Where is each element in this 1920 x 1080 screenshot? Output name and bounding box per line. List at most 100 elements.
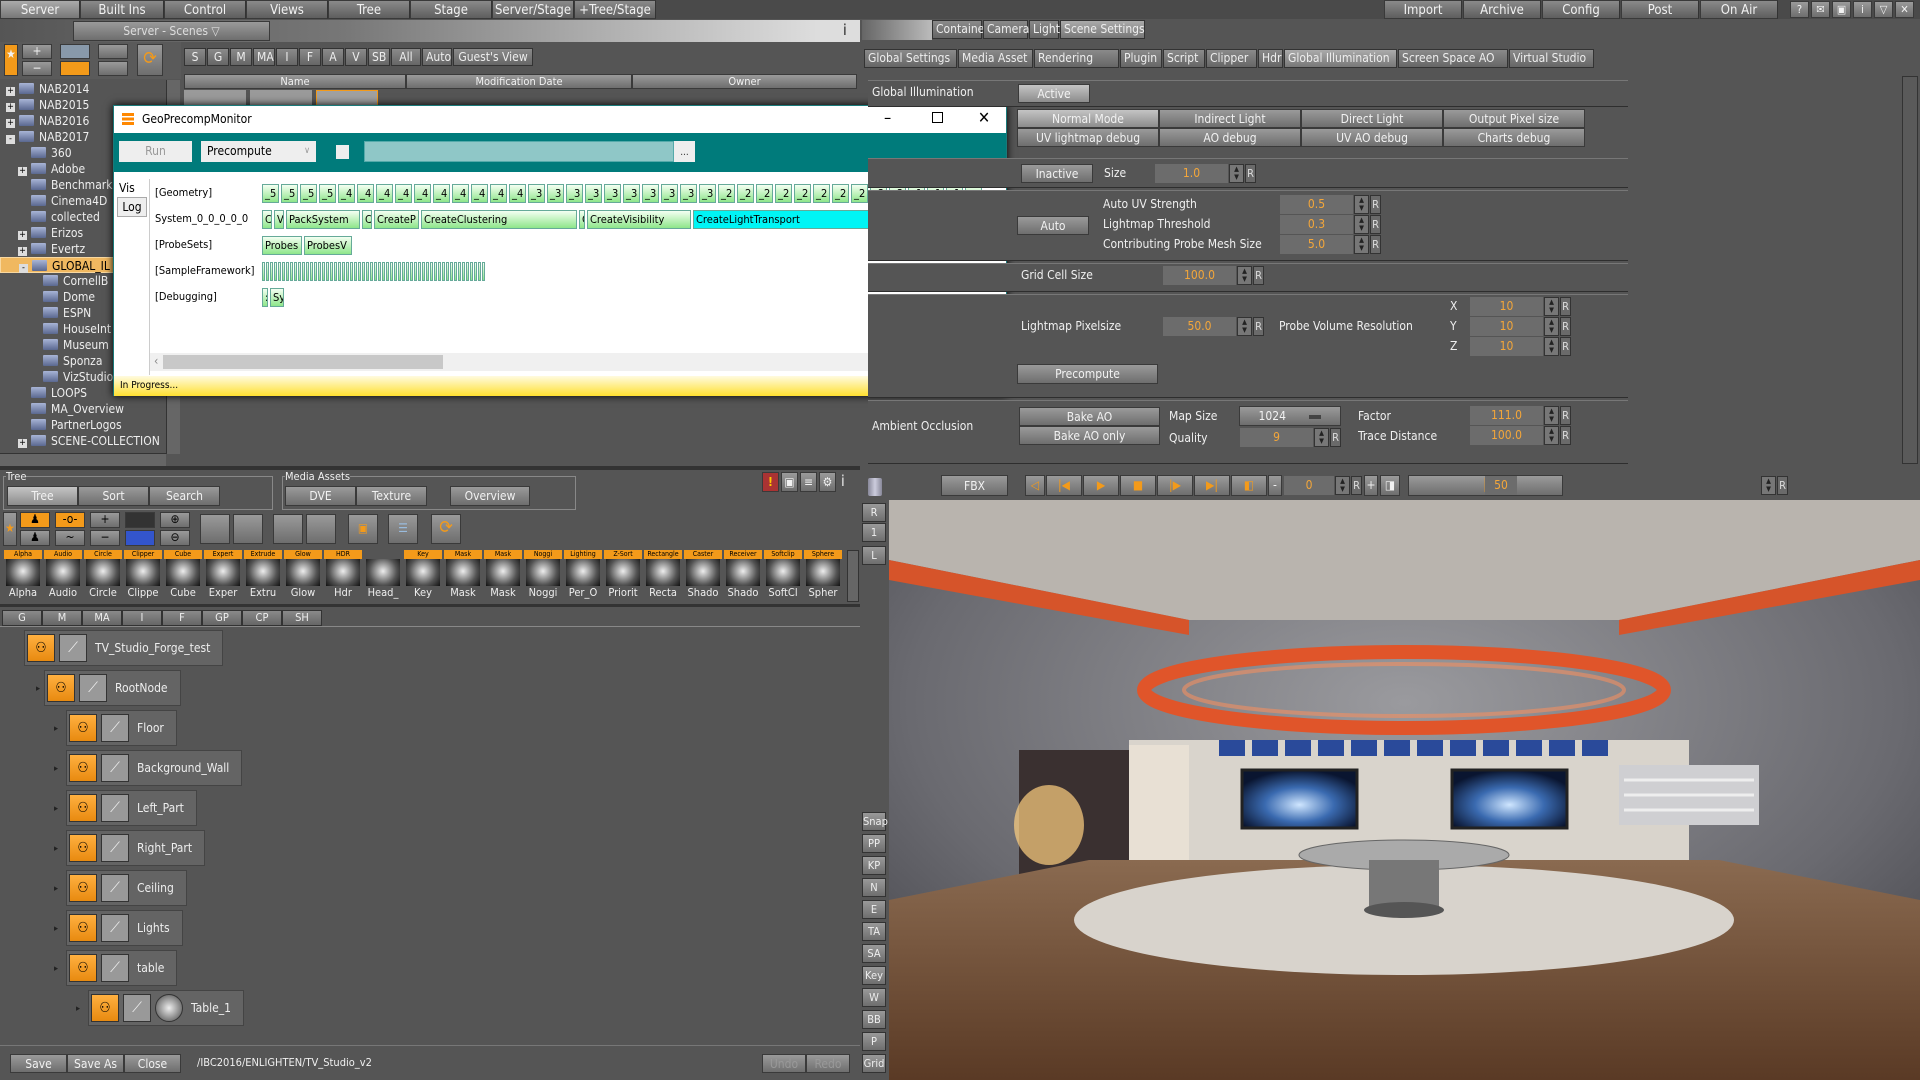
task-box[interactable]: _2 xyxy=(718,184,735,203)
sphere-icon[interactable] xyxy=(155,994,183,1022)
stepper[interactable]: ▲ ▼ xyxy=(1544,337,1559,356)
task-box[interactable]: _4 xyxy=(433,184,450,203)
resolution-y-field[interactable]: 10 xyxy=(1470,317,1543,336)
list-icon[interactable]: ≡ xyxy=(800,472,817,492)
viewer-side-key[interactable]: Key xyxy=(862,966,886,985)
viewer-side-sa[interactable]: SA xyxy=(862,944,886,963)
task-box[interactable]: _3 xyxy=(547,184,564,203)
menu-control[interactable]: Control xyxy=(164,0,246,19)
task-box[interactable]: _4 xyxy=(490,184,507,203)
plugin-alpha[interactable]: Alpha Alpha xyxy=(4,550,42,600)
server-scenes-dropdown[interactable]: Server - Scenes ▽ xyxy=(73,21,270,41)
mode-normal-mode[interactable]: Normal Mode xyxy=(1017,109,1159,128)
expand-icon[interactable]: + xyxy=(18,167,27,176)
filter-tab-g[interactable]: G xyxy=(207,48,229,66)
tree-node[interactable]: ⚇ ⟋ TV_Studio_Forge_test xyxy=(24,630,224,666)
container-icon[interactable]: ⚇ xyxy=(47,674,75,702)
menu-on-air[interactable]: On Air xyxy=(1700,0,1778,19)
fbx-button[interactable]: FBX xyxy=(941,475,1008,496)
play-icon[interactable]: ▶ xyxy=(1083,475,1119,496)
speed-field[interactable]: 50 xyxy=(1485,476,1517,495)
grid-cell-size-field[interactable]: 100.0 xyxy=(1163,266,1236,285)
merge-tree-icon[interactable] xyxy=(273,514,303,544)
menu-built-ins[interactable]: Built Ins xyxy=(80,0,164,19)
container-icon[interactable]: ⚇ xyxy=(69,954,97,982)
lightmap-threshold-field[interactable]: 0.3 xyxy=(1280,215,1353,234)
stepper[interactable]: ▲ ▼ xyxy=(1544,297,1559,316)
plugin-audio[interactable]: Audio Audio xyxy=(44,550,82,600)
mode-select[interactable]: Precompute ∨ xyxy=(201,141,316,162)
person-icon[interactable]: ♟ xyxy=(20,530,50,546)
task-box[interactable]: _3 xyxy=(604,184,621,203)
stepper[interactable]: ▲ ▼ xyxy=(1354,195,1369,214)
task-box[interactable]: _2 xyxy=(832,184,849,203)
resolution-z-field[interactable]: 10 xyxy=(1470,337,1543,356)
plugin-head_[interactable]: Head_ xyxy=(364,550,402,600)
plugin-mask[interactable]: Mask Mask xyxy=(484,550,522,600)
list-view-icon[interactable] xyxy=(98,44,128,59)
layers-icon[interactable]: ☰ xyxy=(388,514,418,544)
task-box[interactable]: _5 xyxy=(262,184,279,203)
transform-icon[interactable]: ⟋ xyxy=(101,754,129,782)
help-icon[interactable]: ? xyxy=(1790,1,1809,18)
menu-config[interactable]: Config xyxy=(1542,0,1620,19)
undo-button[interactable]: Undo xyxy=(762,1054,806,1073)
tab-global-settings[interactable]: Global Settings xyxy=(864,49,957,68)
plugin-hdr[interactable]: HDR Hdr xyxy=(324,550,362,600)
container-icon[interactable]: ⚇ xyxy=(69,874,97,902)
minimize-icon[interactable]: ▽ xyxy=(1874,1,1893,18)
stepper[interactable]: ▲ ▼ xyxy=(1354,215,1369,234)
task-box[interactable]: Probes xyxy=(262,236,302,255)
quality-field[interactable]: 9 xyxy=(1240,428,1313,447)
expand-arrow-icon[interactable]: ▸ xyxy=(54,924,58,934)
tree-node[interactable]: ⚇ ⟋ Table_1 xyxy=(88,990,244,1026)
stepper[interactable]: ▲ ▼ xyxy=(1237,317,1252,336)
expand-arrow-icon[interactable]: ▸ xyxy=(54,804,58,814)
task-box[interactable]: _3 xyxy=(528,184,545,203)
filter-tab-guestsview[interactable]: Guest's View xyxy=(453,48,533,66)
mode-uv-ao-debug[interactable]: UV AO debug xyxy=(1301,128,1443,147)
transform-icon[interactable]: ⟋ xyxy=(59,634,87,662)
favorite-icon[interactable]: ★ xyxy=(3,512,17,546)
plugin-glow[interactable]: Glow Glow xyxy=(284,550,322,600)
mode-indirect-light[interactable]: Indirect Light xyxy=(1159,109,1301,128)
factor-field[interactable]: 111.0 xyxy=(1470,406,1543,425)
size-field[interactable]: 1.0 xyxy=(1155,164,1228,183)
expand-icon[interactable]: + xyxy=(6,103,15,112)
column-owner[interactable]: Owner xyxy=(632,74,857,89)
filter-tab-i[interactable]: I xyxy=(276,48,298,66)
reset-button[interactable]: R xyxy=(1370,195,1381,214)
task-box[interactable]: _5 xyxy=(300,184,317,203)
task-box[interactable]: _3 xyxy=(680,184,697,203)
transform-icon[interactable]: ⟋ xyxy=(101,794,129,822)
tree-filter-g[interactable]: G xyxy=(2,610,42,626)
person-icon[interactable]: ♟ xyxy=(20,512,50,528)
tab-media-asset[interactable]: Media Asset xyxy=(958,49,1033,68)
expand-icon[interactable]: + xyxy=(6,87,15,96)
filter-tab-m[interactable]: M xyxy=(230,48,252,66)
redo-button[interactable]: Redo xyxy=(806,1054,850,1073)
expand-icon[interactable]: + xyxy=(18,231,27,240)
out-point-icon[interactable]: ◨ xyxy=(1380,475,1400,496)
folder-item[interactable]: + SCENE-COLLECTION xyxy=(0,433,168,449)
menu-views[interactable]: Views xyxy=(246,0,328,19)
task-box[interactable]: _4 xyxy=(338,184,355,203)
info-icon[interactable]: i xyxy=(841,472,845,490)
reset-button[interactable]: R xyxy=(1560,426,1571,445)
plugin-shado[interactable]: Receiver Shado xyxy=(724,550,762,600)
viewer-side-kp[interactable]: KP xyxy=(862,856,886,875)
mode-output-pixel-size[interactable]: Output Pixel size xyxy=(1443,109,1585,128)
collapse-tree-icon[interactable] xyxy=(233,514,263,544)
tree-node[interactable]: ⚇ ⟋ RootNode xyxy=(44,670,181,706)
expand-arrow-icon[interactable]: ▸ xyxy=(54,844,58,854)
plugin-spher[interactable]: Sphere Spher xyxy=(804,550,842,600)
media-tab-texture[interactable]: Texture xyxy=(356,486,427,506)
save-button[interactable]: Save xyxy=(10,1054,67,1073)
menu-post[interactable]: Post xyxy=(1621,0,1699,19)
trash-icon[interactable] xyxy=(868,478,882,496)
menu-server[interactable]: Server xyxy=(0,0,80,19)
minimize-icon[interactable]: – xyxy=(884,108,891,127)
tree-filter-gp[interactable]: GP xyxy=(202,610,242,626)
info-icon[interactable]: i xyxy=(1853,1,1872,18)
path-input[interactable] xyxy=(364,141,674,162)
